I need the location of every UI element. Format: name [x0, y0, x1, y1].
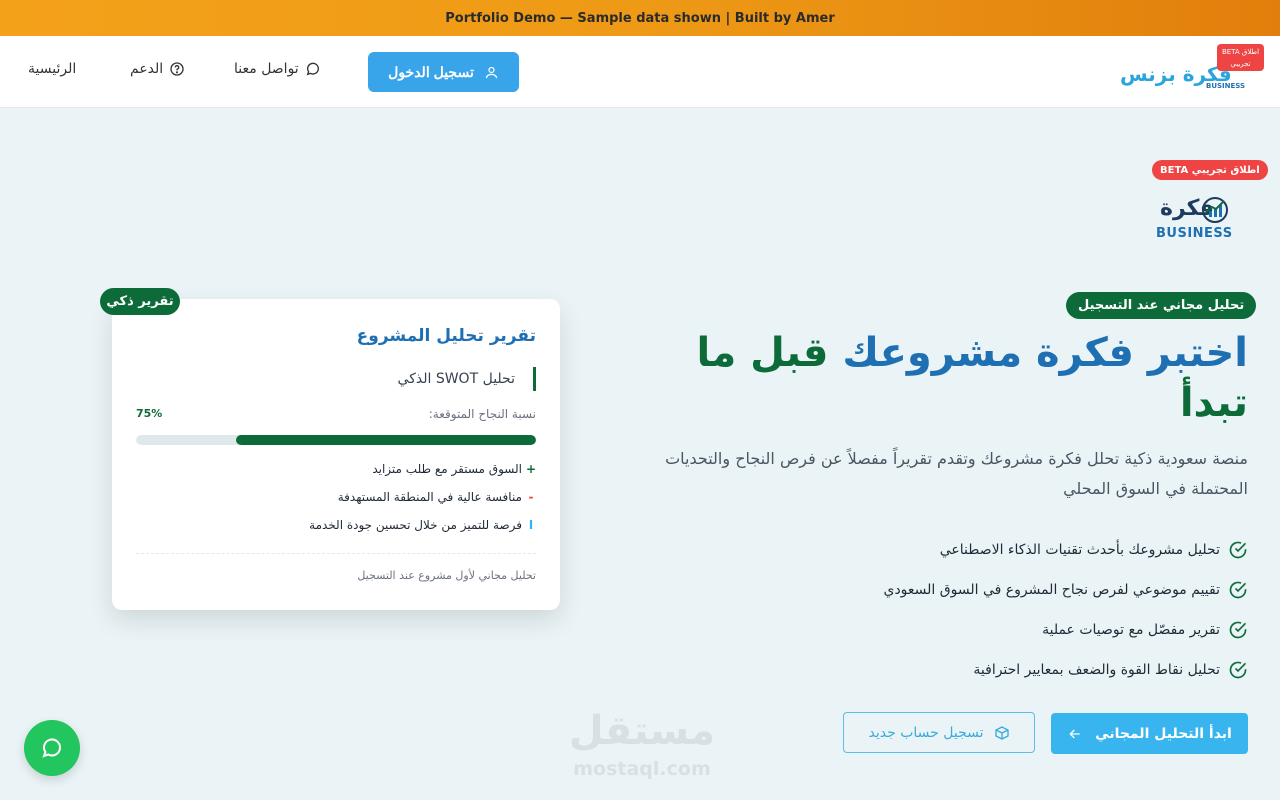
nav-logo-sub: BUSINESS — [1206, 82, 1246, 90]
login-button[interactable]: تسجيل الدخول — [368, 52, 519, 92]
swot-item: - منافسة عالية في المنطقة المستهدفة — [136, 483, 536, 511]
report-footer: تحليل مجاني لأول مشروع عند التسجيل — [357, 569, 536, 582]
check-circle-icon — [1229, 581, 1247, 599]
feature-item: تقييم موضوعي لفرص نجاح المشروع في السوق … — [760, 570, 1248, 610]
report-card: تقرير تحليل المشروع تحليل SWOT الذكي نسب… — [112, 299, 560, 610]
report-title: تقرير تحليل المشروع — [356, 326, 536, 346]
hero-beta-badge: BETA اطلاق تجريبي — [1152, 160, 1268, 180]
feature-item: تحليل نقاط القوة والضعف بمعايير احترافية — [760, 650, 1248, 690]
card-divider — [136, 553, 536, 554]
demo-banner-text: Portfolio Demo — Sample data shown | Bui… — [445, 10, 835, 26]
help-circle-icon — [170, 62, 184, 76]
start-free-analysis-button[interactable]: ابدأ التحليل المجاني — [1051, 713, 1248, 754]
headline-part-1: اختبر فكرة مشروعك — [842, 330, 1248, 376]
nav-support-label: الدعم — [130, 61, 164, 77]
feature-text: تقرير مفصّل مع توصيات عملية — [1042, 622, 1220, 638]
swot-text: فرصة للتميز من خلال تحسين جودة الخدمة — [309, 518, 522, 532]
top-navbar: الرئيسية الدعم تواصل معنا تسجيل الدخول ف… — [0, 36, 1280, 108]
feature-text: تحليل مشروعك بأحدث تقنيات الذكاء الاصطنا… — [939, 542, 1220, 558]
arrow-left-icon — [1069, 729, 1080, 738]
feature-text: تقييم موضوعي لفرص نجاح المشروع في السوق … — [883, 582, 1220, 598]
hero-logo: فكرة BUSINESS — [1156, 196, 1236, 244]
success-rate-fill — [236, 435, 536, 445]
nav-home-link[interactable]: الرئيسية — [28, 61, 76, 77]
nav-contact-link[interactable]: تواصل معنا — [234, 61, 321, 77]
check-circle-icon — [1229, 621, 1247, 639]
success-rate-value: 75% — [136, 407, 163, 420]
feature-list: تحليل مشروعك بأحدث تقنيات الذكاء الاصطنا… — [760, 530, 1248, 690]
feature-item: تحليل مشروعك بأحدث تقنيات الذكاء الاصطنا… — [760, 530, 1248, 570]
watermark: مستقل mostaql.com — [562, 708, 722, 788]
swot-marker: - — [528, 490, 534, 504]
free-analysis-badge: تحليل مجاني عند التسجيل — [1066, 292, 1257, 319]
nav-home-label: الرئيسية — [28, 61, 77, 77]
swot-marker: + — [525, 462, 536, 476]
message-bubble-icon — [306, 62, 319, 76]
login-label: تسجيل الدخول — [388, 63, 474, 80]
success-rate-bar — [136, 435, 536, 445]
check-circle-icon — [1229, 661, 1247, 679]
nav-support-link[interactable]: الدعم — [130, 61, 185, 77]
success-rate-label: نسبة النجاح المتوقعة: — [428, 407, 536, 421]
chat-button[interactable] — [24, 720, 80, 776]
nav-beta-badge: BETA اطلاق تجريبي — [1217, 44, 1264, 71]
swot-text: منافسة عالية في المنطقة المستهدفة — [337, 490, 522, 504]
swot-marker: I — [528, 518, 534, 532]
hero-headline: اختبر فكرة مشروعك قبل ما تبدأ — [620, 328, 1248, 428]
swot-text: السوق مستقر مع طلب متزايد — [372, 462, 522, 476]
growth-chart-icon — [1202, 197, 1228, 223]
feature-item: تقرير مفصّل مع توصيات عملية — [760, 610, 1248, 650]
register-account-button[interactable]: تسجيل حساب جديد — [843, 712, 1035, 753]
swot-list: + السوق مستقر مع طلب متزايد - منافسة عال… — [136, 455, 536, 539]
nav-contact-label: تواصل معنا — [234, 61, 299, 77]
swot-item: I فرصة للتميز من خلال تحسين جودة الخدمة — [136, 511, 536, 539]
register-label: تسجيل حساب جديد — [868, 724, 984, 741]
swot-label: تحليل SWOT الذكي — [398, 367, 536, 391]
start-label: ابدأ التحليل المجاني — [1095, 725, 1232, 742]
hero-logo-sub: BUSINESS — [1156, 226, 1233, 241]
check-circle-icon — [1229, 541, 1247, 559]
user-icon — [485, 66, 497, 78]
chat-icon — [42, 738, 62, 758]
watermark-latin: mostaql.com — [573, 758, 711, 780]
watermark-arabic: مستقل — [568, 708, 716, 754]
swot-item: + السوق مستقر مع طلب متزايد — [136, 455, 536, 483]
feature-text: تحليل نقاط القوة والضعف بمعايير احترافية — [973, 662, 1220, 678]
demo-banner: Portfolio Demo — Sample data shown | Bui… — [0, 0, 1280, 36]
smart-report-badge: تقرير ذكي — [100, 288, 180, 315]
nav-logo[interactable]: فكرة بزنس BUSINESS BETA اطلاق تجريبي — [1120, 44, 1264, 100]
cube-icon — [994, 725, 1009, 740]
hero-subtitle: منصة سعودية ذكية تحلل فكرة مشروعك وتقدم … — [665, 449, 1248, 498]
